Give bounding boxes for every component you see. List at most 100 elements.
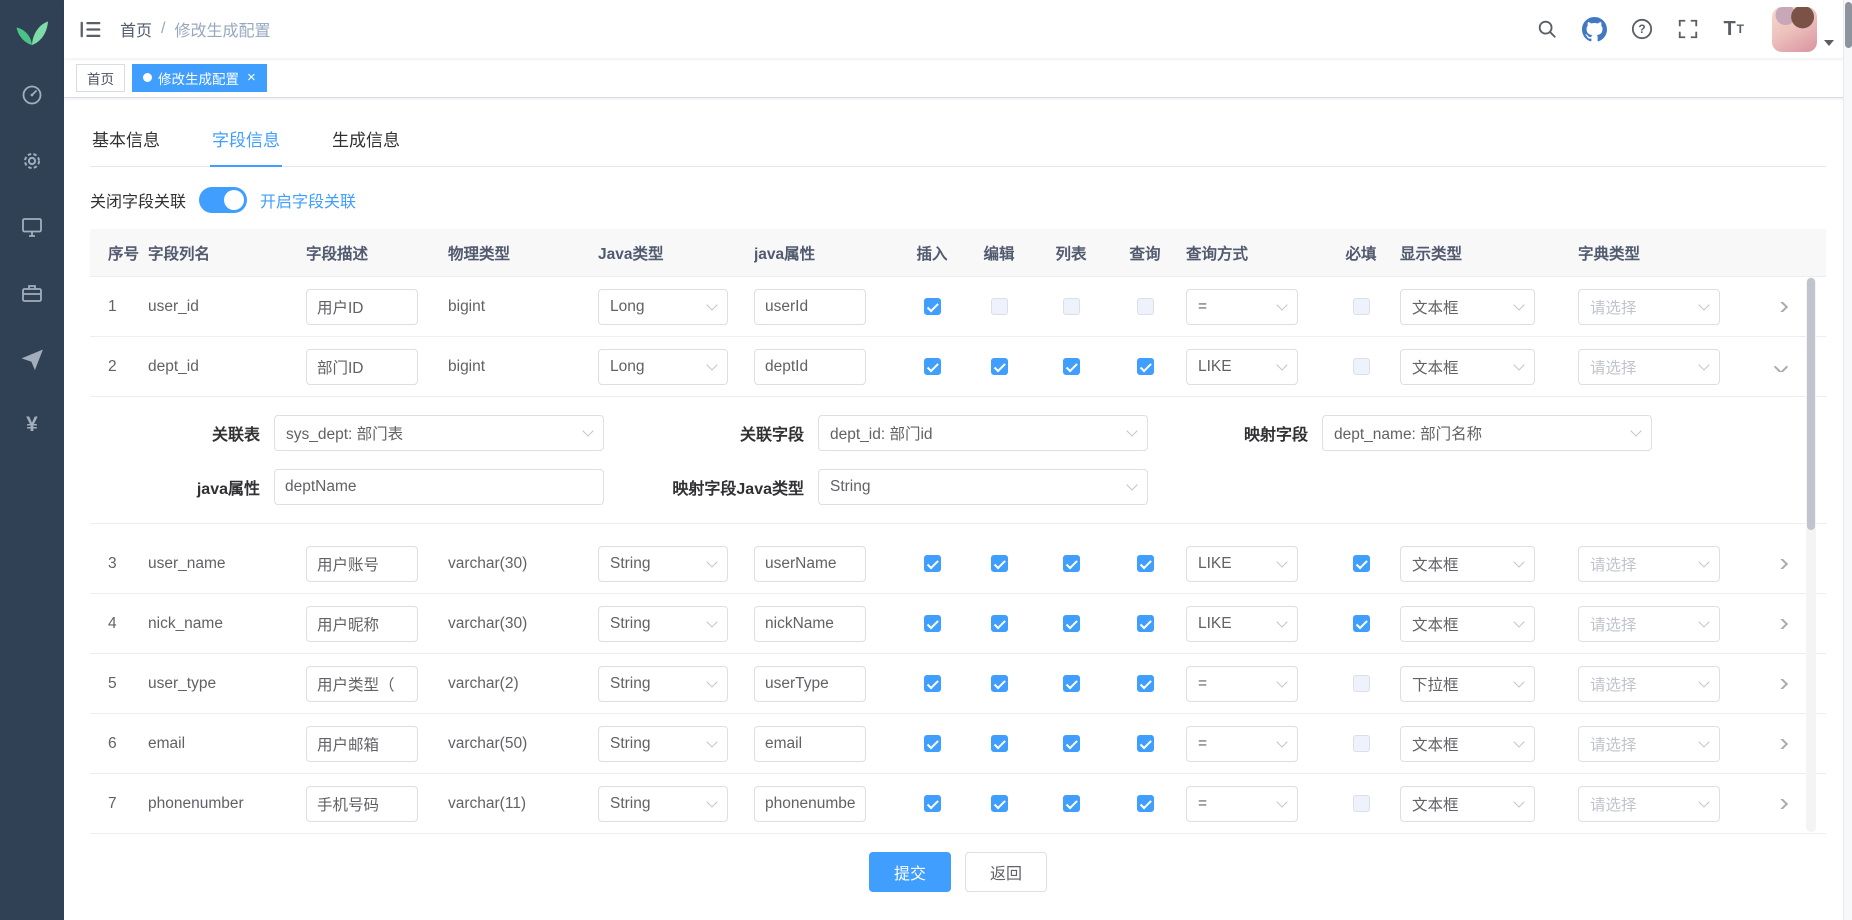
edit-checkbox[interactable] xyxy=(991,298,1008,315)
query-checkbox[interactable] xyxy=(1137,795,1154,812)
html-type-select[interactable]: 文本框 xyxy=(1400,289,1535,325)
expand-icon[interactable] xyxy=(1774,302,1788,312)
description-input[interactable] xyxy=(306,666,418,702)
list-checkbox[interactable] xyxy=(1063,795,1080,812)
required-checkbox[interactable] xyxy=(1353,555,1370,572)
java-field-input[interactable] xyxy=(754,726,866,762)
required-checkbox[interactable] xyxy=(1353,615,1370,632)
java-field-input[interactable] xyxy=(754,786,866,822)
query-checkbox[interactable] xyxy=(1137,735,1154,752)
required-checkbox[interactable] xyxy=(1353,795,1370,812)
expand-icon[interactable] xyxy=(1774,739,1788,749)
dict-type-select[interactable]: 请选择 xyxy=(1578,546,1720,582)
description-input[interactable] xyxy=(306,546,418,582)
relation-table-select[interactable]: sys_dept: 部门表 xyxy=(274,415,604,451)
description-input[interactable] xyxy=(306,606,418,642)
expand-icon[interactable] xyxy=(1774,679,1788,689)
description-input[interactable] xyxy=(306,289,418,325)
java-field-input[interactable] xyxy=(754,666,866,702)
description-input[interactable] xyxy=(306,786,418,822)
tab-gen-info[interactable]: 生成信息 xyxy=(330,116,402,166)
query-type-select[interactable]: = xyxy=(1186,786,1298,822)
dict-type-select[interactable]: 请选择 xyxy=(1578,666,1720,702)
query-type-select[interactable]: LIKE xyxy=(1186,349,1298,385)
query-checkbox[interactable] xyxy=(1137,675,1154,692)
query-checkbox[interactable] xyxy=(1137,358,1154,375)
relation-map-type-select[interactable]: String xyxy=(818,469,1148,505)
back-button[interactable]: 返回 xyxy=(965,852,1047,892)
dict-type-select[interactable]: 请选择 xyxy=(1578,786,1720,822)
java-type-select[interactable]: String xyxy=(598,546,728,582)
java-type-select[interactable]: Long xyxy=(598,349,728,385)
page-scrollbar[interactable] xyxy=(1843,0,1852,920)
relation-map-select[interactable]: dept_name: 部门名称 xyxy=(1322,415,1652,451)
java-type-select[interactable]: Long xyxy=(598,289,728,325)
sidebar-item-dashboard[interactable] xyxy=(0,62,64,128)
insert-checkbox[interactable] xyxy=(924,795,941,812)
query-checkbox[interactable] xyxy=(1137,298,1154,315)
font-size-icon[interactable]: T T xyxy=(1723,18,1744,41)
table-scrollbar-thumb[interactable] xyxy=(1807,278,1815,530)
java-type-select[interactable]: String xyxy=(598,726,728,762)
search-icon[interactable] xyxy=(1536,18,1558,40)
edit-checkbox[interactable] xyxy=(991,735,1008,752)
dict-type-select[interactable]: 请选择 xyxy=(1578,726,1720,762)
sidebar-toggle-button[interactable] xyxy=(78,16,104,42)
sidebar-item-tools[interactable] xyxy=(0,260,64,326)
edit-checkbox[interactable] xyxy=(991,675,1008,692)
required-checkbox[interactable] xyxy=(1353,358,1370,375)
list-checkbox[interactable] xyxy=(1063,675,1080,692)
edit-checkbox[interactable] xyxy=(991,795,1008,812)
edit-checkbox[interactable] xyxy=(991,358,1008,375)
java-field-input[interactable] xyxy=(754,546,866,582)
java-field-input[interactable] xyxy=(754,349,866,385)
query-type-select[interactable]: = xyxy=(1186,666,1298,702)
list-checkbox[interactable] xyxy=(1063,735,1080,752)
avatar[interactable] xyxy=(1772,7,1817,52)
java-type-select[interactable]: String xyxy=(598,666,728,702)
expand-icon[interactable] xyxy=(1774,799,1788,809)
tag-close-icon[interactable]: × xyxy=(247,70,256,85)
query-checkbox[interactable] xyxy=(1137,615,1154,632)
tag-current[interactable]: 修改生成配置 × xyxy=(132,64,267,92)
submit-button[interactable]: 提交 xyxy=(869,852,951,892)
user-menu[interactable] xyxy=(1772,7,1834,52)
fullscreen-icon[interactable] xyxy=(1677,18,1699,40)
github-icon[interactable] xyxy=(1582,17,1607,42)
expand-icon[interactable] xyxy=(1774,362,1788,372)
relation-java-field-input[interactable] xyxy=(274,469,604,505)
html-type-select[interactable]: 文本框 xyxy=(1400,349,1535,385)
dict-type-select[interactable]: 请选择 xyxy=(1578,289,1720,325)
dict-type-select[interactable]: 请选择 xyxy=(1578,349,1720,385)
page-scrollbar-thumb[interactable] xyxy=(1845,2,1852,48)
edit-checkbox[interactable] xyxy=(991,615,1008,632)
insert-checkbox[interactable] xyxy=(924,615,941,632)
insert-checkbox[interactable] xyxy=(924,675,941,692)
query-checkbox[interactable] xyxy=(1137,555,1154,572)
insert-checkbox[interactable] xyxy=(924,555,941,572)
list-checkbox[interactable] xyxy=(1063,615,1080,632)
relation-switch[interactable] xyxy=(199,187,247,213)
required-checkbox[interactable] xyxy=(1353,735,1370,752)
help-icon[interactable]: ? xyxy=(1631,18,1653,40)
description-input[interactable] xyxy=(306,726,418,762)
relation-on-label[interactable]: 开启字段关联 xyxy=(260,188,356,212)
insert-checkbox[interactable] xyxy=(924,298,941,315)
tab-basic-info[interactable]: 基本信息 xyxy=(90,116,162,166)
java-type-select[interactable]: String xyxy=(598,786,728,822)
insert-checkbox[interactable] xyxy=(924,358,941,375)
html-type-select[interactable]: 文本框 xyxy=(1400,606,1535,642)
java-field-input[interactable] xyxy=(754,606,866,642)
html-type-select[interactable]: 文本框 xyxy=(1400,546,1535,582)
sidebar-item-monitor[interactable] xyxy=(0,194,64,260)
query-type-select[interactable]: = xyxy=(1186,726,1298,762)
tag-home[interactable]: 首页 xyxy=(76,64,125,92)
insert-checkbox[interactable] xyxy=(924,735,941,752)
java-field-input[interactable] xyxy=(754,289,866,325)
tab-field-info[interactable]: 字段信息 xyxy=(210,116,282,167)
list-checkbox[interactable] xyxy=(1063,298,1080,315)
expand-icon[interactable] xyxy=(1774,559,1788,569)
sidebar-item-system[interactable] xyxy=(0,128,64,194)
query-type-select[interactable]: LIKE xyxy=(1186,606,1298,642)
query-type-select[interactable]: = xyxy=(1186,289,1298,325)
